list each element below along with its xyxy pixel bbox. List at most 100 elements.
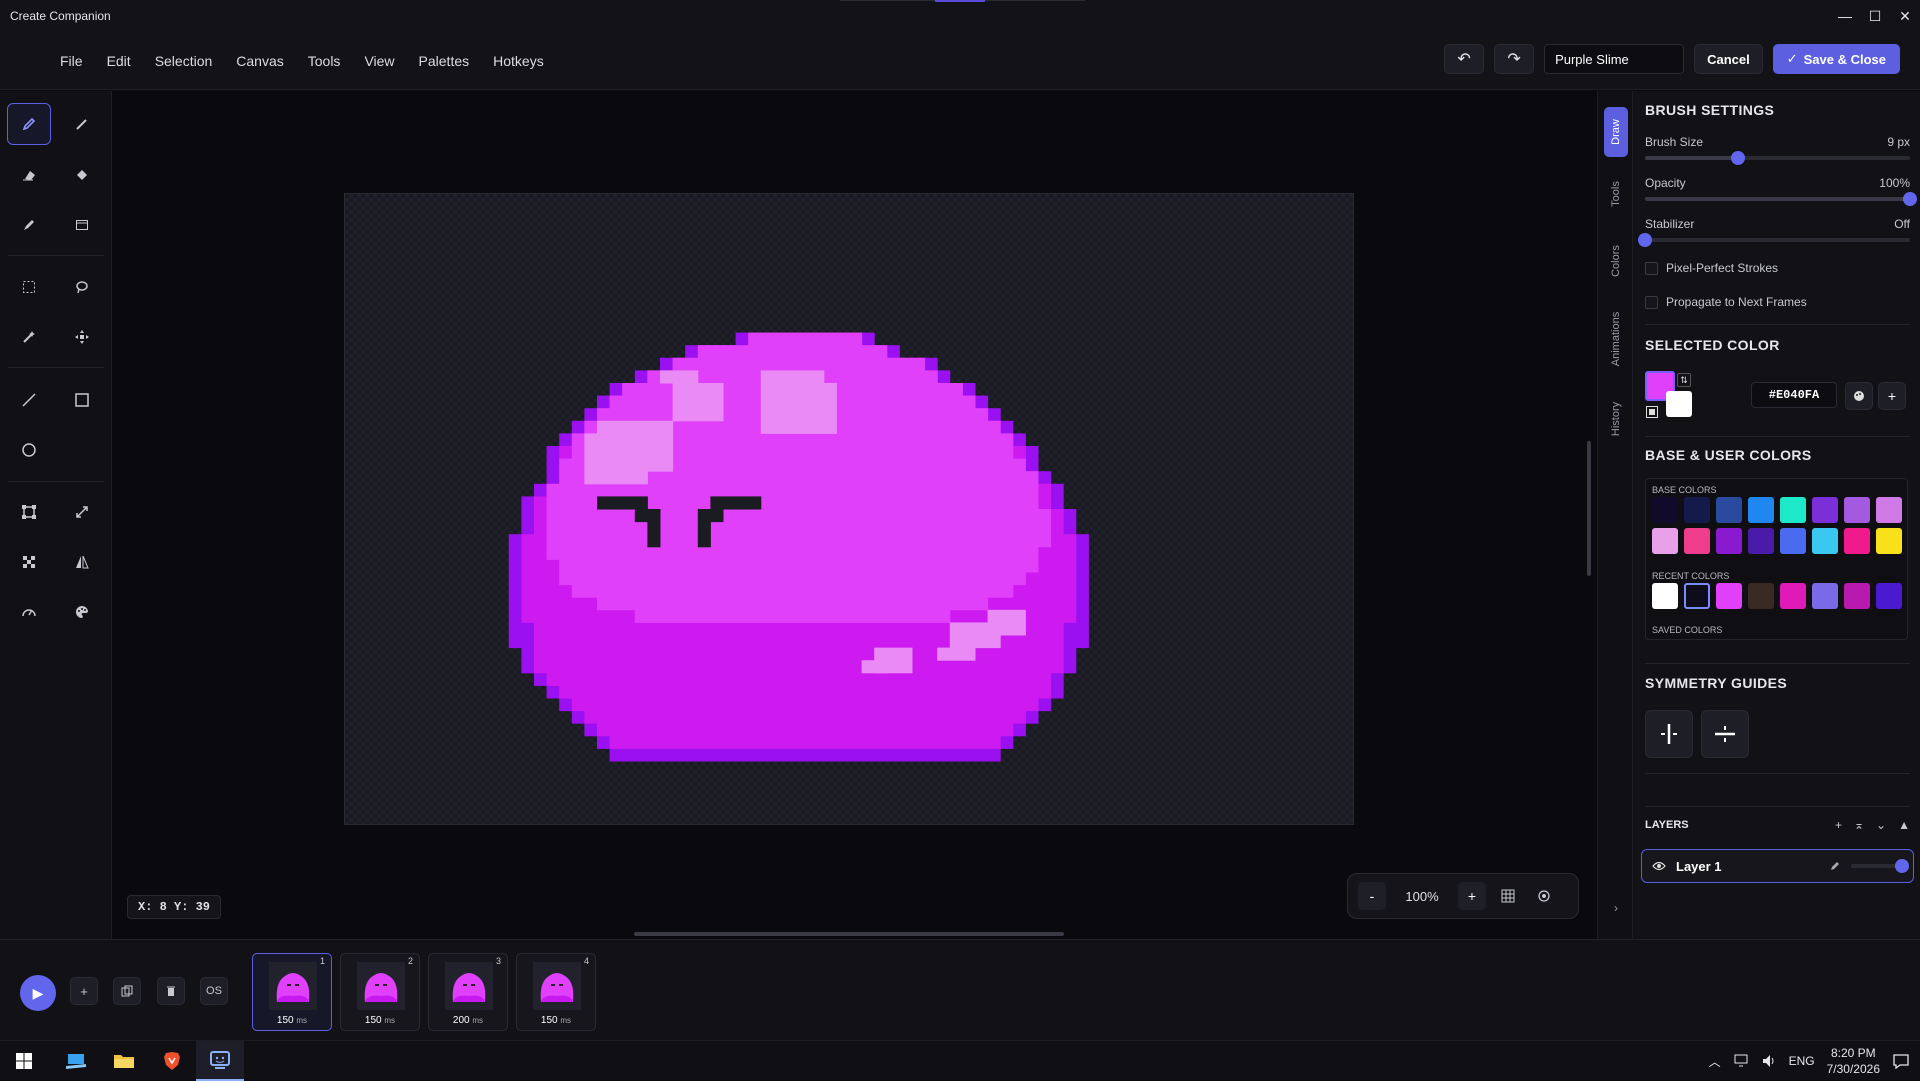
eyedropper-button[interactable] [1845, 382, 1873, 410]
collapse-layers-icon[interactable]: ▲ [1898, 818, 1910, 832]
add-frame-button[interactable]: + [70, 977, 98, 1005]
pixel-perfect-checkbox[interactable]: Pixel-Perfect Strokes [1645, 261, 1778, 275]
ellipse-tool[interactable] [7, 429, 51, 471]
reset-colors-icon[interactable] [1646, 406, 1658, 418]
eraser-tool[interactable] [7, 154, 51, 196]
menu-tools[interactable]: Tools [296, 53, 353, 69]
onion-skin-button[interactable]: OS [200, 977, 228, 1005]
clock[interactable]: 8:20 PM 7/30/2026 [1827, 1045, 1880, 1077]
taskbar-app-computer[interactable] [52, 1041, 100, 1081]
tab-animations[interactable]: Animations [1604, 299, 1628, 379]
menu-canvas[interactable]: Canvas [224, 53, 295, 69]
recent-color-swatch[interactable] [1876, 583, 1902, 609]
taskbar-app-explorer[interactable] [100, 1041, 148, 1081]
recent-color-swatch[interactable] [1652, 583, 1678, 609]
redo-button[interactable]: ↷ [1494, 44, 1535, 74]
speed-tool[interactable] [7, 591, 51, 633]
menu-palettes[interactable]: Palettes [407, 53, 482, 69]
animation-frame[interactable]: 2 150 ms [340, 953, 420, 1031]
base-color-swatch[interactable] [1684, 497, 1710, 523]
frame-duration[interactable]: 200 ms [429, 1015, 507, 1026]
edit-layer-icon[interactable] [1829, 860, 1841, 872]
close-window-button[interactable]: ✕ [1890, 0, 1920, 32]
move-layer-up-icon[interactable]: ⌅ [1854, 818, 1864, 832]
vertical-symmetry-button[interactable] [1645, 710, 1693, 758]
base-color-swatch[interactable] [1748, 528, 1774, 554]
recent-color-swatch[interactable] [1716, 583, 1742, 609]
tab-history[interactable]: History [1604, 391, 1628, 447]
hex-color-field[interactable]: #E040FA [1751, 382, 1837, 408]
menu-edit[interactable]: Edit [95, 53, 143, 69]
pencil-tool[interactable] [7, 103, 51, 145]
save-close-button[interactable]: ✓ Save & Close [1772, 44, 1900, 74]
fill-tool[interactable] [60, 154, 104, 196]
mirror-tool[interactable] [60, 541, 104, 583]
recent-color-swatch[interactable] [1780, 583, 1806, 609]
layer-row[interactable]: Layer 1 [1641, 849, 1914, 883]
add-color-button[interactable]: + [1878, 382, 1906, 410]
transform-tool[interactable] [7, 491, 51, 533]
frame-duration[interactable]: 150 ms [341, 1015, 419, 1026]
rectangle-tool[interactable] [60, 379, 104, 421]
companion-name-input[interactable] [1544, 44, 1685, 74]
move-layer-down-icon[interactable]: ⌄ [1876, 818, 1886, 832]
animation-frame[interactable]: 3 200 ms [428, 953, 508, 1031]
grid-toggle[interactable] [1494, 882, 1522, 910]
frame-duration[interactable]: 150 ms [253, 1015, 331, 1026]
base-color-swatch[interactable] [1716, 528, 1742, 554]
base-color-swatch[interactable] [1876, 497, 1902, 523]
base-color-swatch[interactable] [1844, 497, 1870, 523]
base-color-swatch[interactable] [1780, 528, 1806, 554]
menu-file[interactable]: File [48, 53, 95, 69]
recent-color-swatch[interactable] [1748, 583, 1774, 609]
slider-thumb[interactable] [1895, 859, 1909, 873]
brush-tool[interactable] [60, 103, 104, 145]
swap-colors-icon[interactable]: ⇅ [1677, 373, 1691, 387]
base-color-swatch[interactable] [1780, 497, 1806, 523]
base-color-swatch[interactable] [1748, 497, 1774, 523]
recent-color-swatch[interactable] [1684, 583, 1710, 609]
tab-colors[interactable]: Colors [1604, 234, 1628, 288]
stabilizer-slider[interactable] [1638, 233, 1910, 247]
center-view-button[interactable] [1530, 882, 1558, 910]
eye-icon[interactable] [1652, 861, 1666, 871]
palette-tool[interactable] [60, 591, 104, 633]
undo-button[interactable]: ↶ [1444, 44, 1485, 74]
zoom-out-button[interactable]: - [1358, 882, 1386, 910]
checker-tool[interactable] [7, 541, 51, 583]
base-color-swatch[interactable] [1716, 497, 1742, 523]
base-color-swatch[interactable] [1876, 528, 1902, 554]
smudge-tool[interactable] [7, 204, 51, 246]
delete-frame-button[interactable] [157, 977, 185, 1005]
menu-selection[interactable]: Selection [143, 53, 225, 69]
base-color-swatch[interactable] [1652, 528, 1678, 554]
horizontal-symmetry-button[interactable] [1701, 710, 1749, 758]
play-button[interactable]: ▶ [20, 975, 56, 1011]
frame-duration[interactable]: 150 ms [517, 1015, 595, 1026]
base-color-swatch[interactable] [1684, 528, 1710, 554]
maximize-button[interactable]: ☐ [1860, 0, 1890, 32]
add-layer-icon[interactable]: + [1835, 818, 1842, 832]
volume-icon[interactable] [1761, 1054, 1777, 1068]
recent-color-swatch[interactable] [1812, 583, 1838, 609]
network-icon[interactable] [1733, 1054, 1749, 1068]
slider-thumb[interactable] [1903, 192, 1917, 206]
lasso-tool[interactable] [60, 266, 104, 308]
tab-tools[interactable]: Tools [1604, 169, 1628, 219]
rect-select-tool[interactable] [7, 266, 51, 308]
minimize-button[interactable]: — [1830, 0, 1860, 32]
layer-opacity-slider[interactable] [1851, 859, 1909, 873]
tab-draw[interactable]: Draw [1604, 107, 1628, 157]
collapse-panel-button[interactable]: › [1604, 896, 1628, 920]
slider-thumb[interactable] [1730, 151, 1745, 165]
taskbar-app-companion[interactable] [196, 1041, 244, 1081]
opacity-slider[interactable] [1645, 192, 1917, 206]
slider-thumb[interactable] [1638, 233, 1652, 247]
drawing-canvas[interactable] [344, 193, 1354, 825]
base-color-swatch[interactable] [1812, 497, 1838, 523]
dither-tool[interactable] [60, 204, 104, 246]
language-indicator[interactable]: ENG [1789, 1054, 1815, 1068]
recent-color-swatch[interactable] [1844, 583, 1870, 609]
brush-size-slider[interactable] [1645, 151, 1910, 165]
menu-view[interactable]: View [352, 53, 406, 69]
